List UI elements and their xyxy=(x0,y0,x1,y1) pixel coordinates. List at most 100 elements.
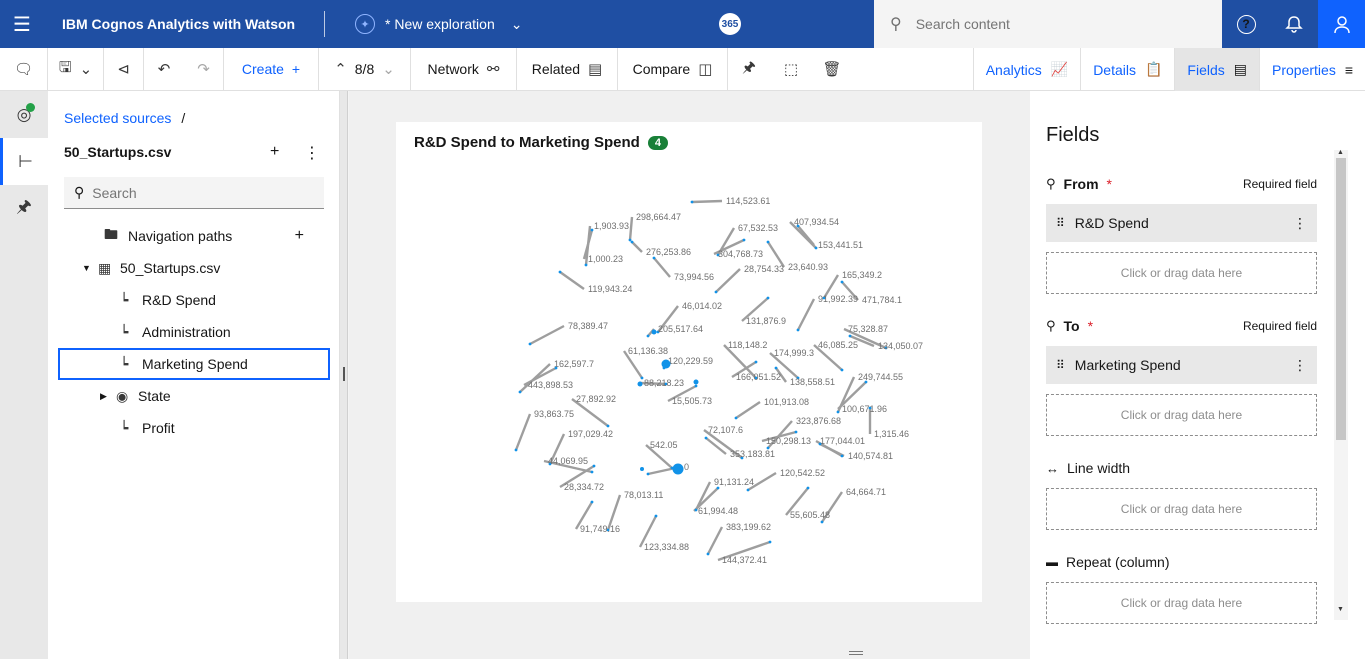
network-node[interactable] xyxy=(590,470,594,474)
network-edge[interactable] xyxy=(691,199,723,204)
network-node[interactable] xyxy=(742,238,746,242)
network-node[interactable] xyxy=(592,464,596,468)
tree-item-table[interactable]: ▼ ▦ 50_Startups.csv xyxy=(58,252,330,284)
network-edge[interactable] xyxy=(514,413,532,451)
drop-zone[interactable]: Click or drag data here xyxy=(1046,252,1317,294)
overflow-menu-icon[interactable]: ⋮ xyxy=(1293,357,1307,374)
drop-zone[interactable]: Click or drag data here xyxy=(1046,582,1317,624)
network-button[interactable]: Network ⚯ xyxy=(411,47,517,91)
network-node[interactable] xyxy=(652,256,656,260)
network-hub-node[interactable] xyxy=(637,381,643,387)
user-button[interactable] xyxy=(1318,0,1365,48)
panel-resize-handle[interactable] xyxy=(340,91,348,659)
share-button[interactable]: ⊲ xyxy=(104,47,144,91)
search-input[interactable] xyxy=(915,16,1196,32)
network-node[interactable] xyxy=(518,390,522,394)
network-node[interactable] xyxy=(766,240,770,244)
chevron-down-icon[interactable]: ⌄ xyxy=(80,60,93,78)
add-source-button[interactable]: + xyxy=(270,143,279,161)
network-node[interactable] xyxy=(794,430,798,434)
source-search-input[interactable] xyxy=(92,184,293,201)
network-edge[interactable] xyxy=(559,271,585,290)
help-button[interactable]: ? xyxy=(1222,0,1270,48)
network-node[interactable] xyxy=(590,228,594,232)
network-node[interactable] xyxy=(606,424,610,428)
overflow-menu-icon[interactable]: ⋮ xyxy=(1293,215,1307,232)
resize-handle[interactable] xyxy=(849,651,863,655)
drop-zone[interactable]: Click or drag data here xyxy=(1046,488,1317,530)
network-node[interactable] xyxy=(766,296,770,300)
network-node[interactable] xyxy=(528,342,532,346)
tree-item-administration[interactable]: ┕ Administration xyxy=(58,316,330,348)
scroll-down-icon[interactable]: ▼ xyxy=(1337,606,1344,613)
tree-item-state[interactable]: ▶ ◉ State xyxy=(58,380,330,412)
network-node[interactable] xyxy=(746,488,750,492)
tab-details[interactable]: Details 📋 xyxy=(1080,48,1174,91)
tab-properties[interactable]: Properties ≡ xyxy=(1259,48,1365,91)
network-node[interactable] xyxy=(818,442,822,446)
network-node[interactable] xyxy=(734,416,738,420)
network-node[interactable] xyxy=(836,410,840,414)
chevron-down-icon[interactable]: ⌄ xyxy=(511,16,523,33)
rail-pins[interactable]: 🖈 xyxy=(0,185,48,232)
notifications-button[interactable] xyxy=(1270,0,1318,48)
network-node[interactable] xyxy=(514,448,518,452)
caret-down-icon[interactable]: ▼ xyxy=(82,263,98,273)
network-node[interactable] xyxy=(704,436,708,440)
network-edge[interactable] xyxy=(797,225,815,246)
network-node[interactable] xyxy=(654,514,658,518)
rail-assistant[interactable]: ◎ xyxy=(0,91,48,138)
network-node[interactable] xyxy=(840,368,844,372)
network-edge[interactable] xyxy=(628,216,634,241)
network-hub-node[interactable] xyxy=(640,467,644,471)
network-node[interactable] xyxy=(640,376,644,380)
network-node[interactable] xyxy=(590,500,594,504)
to-field-pill[interactable]: ⠿ Marketing Spend ⋮ xyxy=(1046,346,1317,384)
network-node[interactable] xyxy=(814,246,818,250)
network-node[interactable] xyxy=(820,520,824,524)
tree-item-marketing-spend[interactable]: ┕ Marketing Spend xyxy=(58,348,330,380)
delete-button[interactable]: 🗑 xyxy=(812,48,852,91)
caret-right-icon[interactable]: ▶ xyxy=(100,391,116,402)
network-node[interactable] xyxy=(868,406,872,410)
network-edge[interactable] xyxy=(715,268,741,293)
network-node[interactable] xyxy=(558,270,562,274)
network-hub-node[interactable] xyxy=(672,463,684,475)
plus-icon[interactable]: + xyxy=(295,227,304,245)
content-search[interactable]: ⚲ xyxy=(874,0,1222,48)
network-edge[interactable] xyxy=(653,257,671,278)
chevron-down-icon[interactable]: ⌄ xyxy=(382,60,395,78)
network-edge[interactable] xyxy=(529,324,565,346)
tab-analytics[interactable]: Analytics 📈 xyxy=(972,48,1080,91)
network-node[interactable] xyxy=(646,472,650,476)
undo-button[interactable]: ↶ xyxy=(144,48,184,91)
network-node[interactable] xyxy=(716,486,720,490)
network-node[interactable] xyxy=(628,238,632,242)
network-node[interactable] xyxy=(630,240,634,244)
network-node[interactable] xyxy=(694,384,698,388)
compare-button[interactable]: Compare ◫ xyxy=(618,47,728,91)
from-field-pill[interactable]: ⠿ R&D Spend ⋮ xyxy=(1046,204,1317,242)
redo-button[interactable]: ↷ xyxy=(184,47,224,91)
network-edge[interactable] xyxy=(631,241,643,253)
visualization-card[interactable]: R&D Spend to Marketing Spend 4 114,523.6… xyxy=(396,122,982,602)
network-node[interactable] xyxy=(848,334,852,338)
tab-fields[interactable]: Fields ▤ xyxy=(1174,48,1260,91)
breadcrumb-link[interactable]: Selected sources xyxy=(64,110,171,126)
fields-scrollbar[interactable]: ▲ ▼ xyxy=(1334,149,1348,620)
network-hub-node[interactable] xyxy=(651,329,657,335)
drop-zone[interactable]: Click or drag data here xyxy=(1046,394,1317,436)
chevron-up-icon[interactable]: ⌃ xyxy=(334,60,347,78)
scroll-up-icon[interactable]: ▲ xyxy=(1337,149,1344,156)
network-node[interactable] xyxy=(754,360,758,364)
network-node[interactable] xyxy=(796,224,800,228)
tree-item-navigation-paths[interactable]: 🖿 Navigation paths + xyxy=(58,220,330,252)
network-hub-node[interactable] xyxy=(661,359,671,369)
network-node[interactable] xyxy=(694,508,698,512)
network-node[interactable] xyxy=(864,380,868,384)
tree-item-rd-spend[interactable]: ┕ R&D Spend xyxy=(58,284,330,316)
drag-handle-icon[interactable]: ⠿ xyxy=(1056,216,1065,230)
network-node[interactable] xyxy=(840,454,844,458)
network-edge[interactable] xyxy=(796,298,816,331)
comments-button[interactable]: 🗨 xyxy=(0,47,48,91)
